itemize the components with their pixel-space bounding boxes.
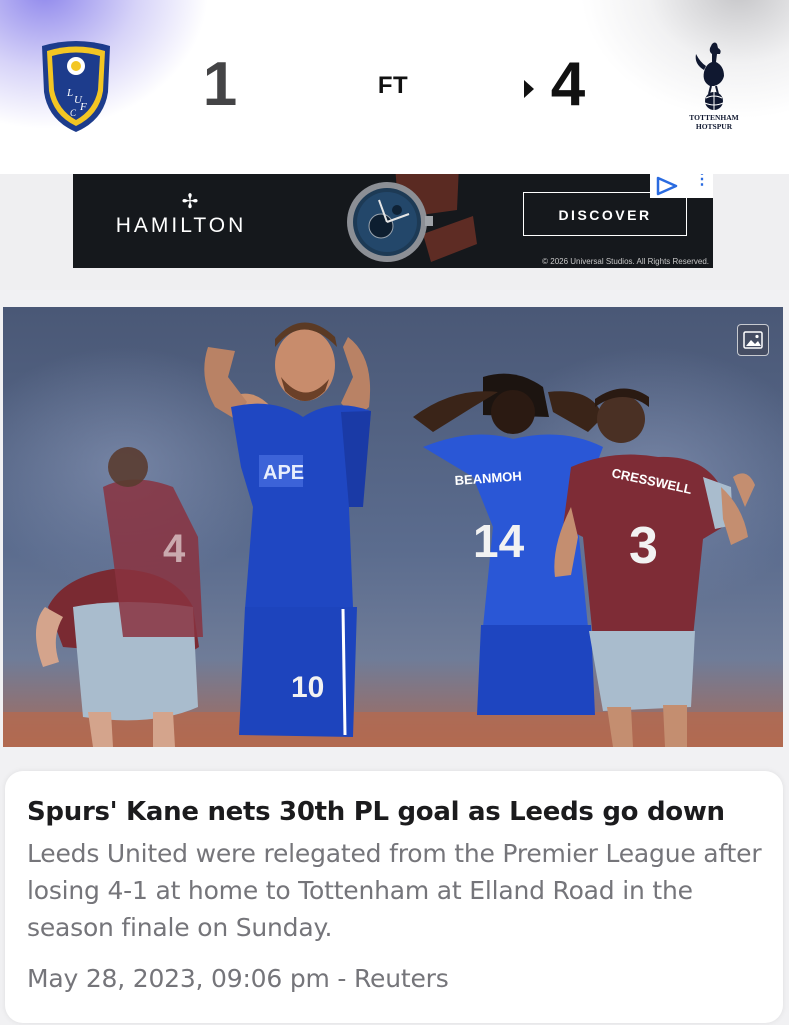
adchoices-badge[interactable]: ⋮ <box>650 174 713 198</box>
article-summary: Leeds United were relegated from the Pre… <box>27 839 762 942</box>
triangle-right-icon <box>524 80 534 98</box>
away-score: 4 <box>550 50 586 119</box>
tottenham-hotspur-crest-icon[interactable]: TOTTENHAM HOTSPUR <box>684 40 744 136</box>
ad-slot: ✢ HAMILTON DISCOVER © 2026 Universal Stu… <box>0 174 789 290</box>
svg-text:APE: APE <box>263 462 304 484</box>
hamilton-logo-icon: ✢ <box>181 191 199 213</box>
more-vertical-icon[interactable]: ⋮ <box>694 174 710 196</box>
jersey-number: 10 <box>291 671 324 704</box>
discover-button[interactable]: DISCOVER <box>523 192 687 236</box>
svg-text:L: L <box>66 87 73 99</box>
leeds-united-crest-icon[interactable]: L U F C <box>38 40 114 134</box>
match-status: FT <box>377 72 409 99</box>
svg-text:HOTSPUR: HOTSPUR <box>696 122 733 131</box>
ad-legal-text: © 2026 Universal Studios. All Rights Res… <box>542 257 709 266</box>
hamilton-ad-banner[interactable]: ✢ HAMILTON DISCOVER © 2026 Universal Stu… <box>73 174 713 268</box>
svg-text:TOTTENHAM: TOTTENHAM <box>689 113 738 122</box>
article-meta: May 28, 2023, 09:06 pm - Reuters <box>27 964 449 993</box>
wristwatch-icon <box>347 174 477 262</box>
adchoices-play-icon[interactable] <box>654 176 680 196</box>
football-match-photo: 4 APE 10 BEANMOH 14 CRESSWELL 3 <box>3 307 783 747</box>
article-headline[interactable]: Spurs' Kane nets 30th PL goal as Leeds g… <box>27 795 767 829</box>
svg-text:F: F <box>79 101 87 113</box>
svg-text:4: 4 <box>163 527 186 571</box>
jersey-number: 3 <box>629 517 658 575</box>
image-icon[interactable] <box>737 324 769 356</box>
jersey-number: 14 <box>473 515 525 567</box>
match-score-header[interactable]: L U F C 1 FT 4 TOTTENHAM HOTSPUR <box>0 0 789 174</box>
svg-text:C: C <box>70 108 77 118</box>
article-card[interactable]: Spurs' Kane nets 30th PL goal as Leeds g… <box>5 771 783 1023</box>
article-photo[interactable]: 4 APE 10 BEANMOH 14 CRESSWELL 3 <box>3 307 783 747</box>
ad-brand-name: HAMILTON <box>115 214 247 237</box>
home-score: 1 <box>202 50 238 119</box>
